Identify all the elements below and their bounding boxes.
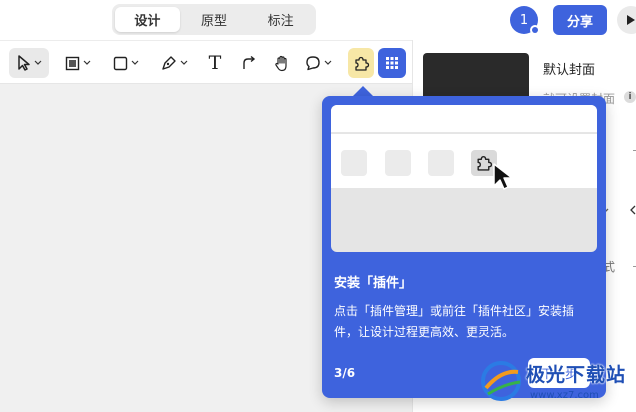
info-icon[interactable]: i [624, 91, 636, 103]
online-indicator [530, 25, 540, 35]
avatar-label: 1 [519, 12, 529, 28]
chevron-left-icon[interactable] [629, 205, 636, 215]
preview-toolbar [331, 134, 597, 188]
top-bar: 设计 原型 标注 1 分享 [0, 0, 636, 40]
chevron-down-icon [180, 60, 187, 65]
tab-prototype[interactable]: 原型 [182, 7, 247, 32]
puzzle-icon [354, 56, 369, 71]
connector-tool[interactable] [236, 48, 262, 78]
move-tool[interactable] [9, 48, 49, 78]
text-icon: T [208, 52, 222, 74]
puzzle-icon [477, 155, 493, 171]
resources-tool[interactable] [378, 48, 406, 78]
plugin-tool[interactable] [348, 48, 374, 78]
watermark-url: www.xz7.com [530, 390, 599, 401]
grid-icon [386, 57, 398, 69]
connector-arrow-icon [243, 55, 256, 69]
pen-icon [161, 56, 176, 70]
pen-tool[interactable] [156, 48, 192, 78]
chevron-down-icon [324, 60, 331, 65]
tab-design[interactable]: 设计 [115, 7, 180, 32]
cursor-arrow-icon [17, 55, 30, 71]
onboarding-popover: 安装「插件」 点击「插件管理」或前往「插件社区」安装插件，让设计过程更高效、更灵… [322, 96, 606, 398]
chevron-down-icon [34, 60, 41, 65]
mode-tabs: 设计 原型 标注 [112, 4, 316, 35]
text-tool[interactable]: T [202, 48, 228, 78]
play-icon [627, 15, 635, 25]
comment-tool[interactable] [300, 48, 336, 78]
hand-tool[interactable] [268, 48, 296, 78]
rectangle-icon [113, 56, 128, 70]
mouse-pointer-icon [493, 163, 513, 190]
watermark-logo-icon [481, 361, 521, 401]
popover-arrow [353, 86, 373, 96]
hand-icon [275, 55, 287, 71]
chevron-down-icon [131, 60, 139, 65]
play-button[interactable] [617, 6, 636, 34]
frame-icon [65, 56, 80, 70]
toolbar: T [0, 40, 412, 84]
shape-tool[interactable] [108, 48, 144, 78]
cover-title: 默认封面 [543, 63, 596, 78]
watermark-text: 极光下载站 [526, 364, 627, 386]
chevron-down-icon [83, 60, 91, 65]
comment-bubble-icon [305, 56, 320, 71]
preview-header [331, 105, 597, 133]
frame-tool[interactable] [60, 48, 96, 78]
tab-annotate[interactable]: 标注 [248, 7, 313, 32]
preview-illustration [331, 105, 597, 252]
avatar[interactable]: 1 [510, 6, 540, 35]
preview-tool-tile [428, 150, 454, 176]
step-counter: 3/6 [334, 366, 356, 380]
site-watermark: 极光下载站 www.xz7.com [476, 354, 636, 412]
popover-title: 安装「插件」 [334, 276, 413, 291]
preview-tool-tile [385, 150, 411, 176]
preview-tool-tile [341, 150, 367, 176]
share-button[interactable]: 分享 [553, 5, 607, 35]
popover-description: 点击「插件管理」或前往「插件社区」安装插件，让设计过程更高效、更灵活。 [334, 304, 575, 339]
